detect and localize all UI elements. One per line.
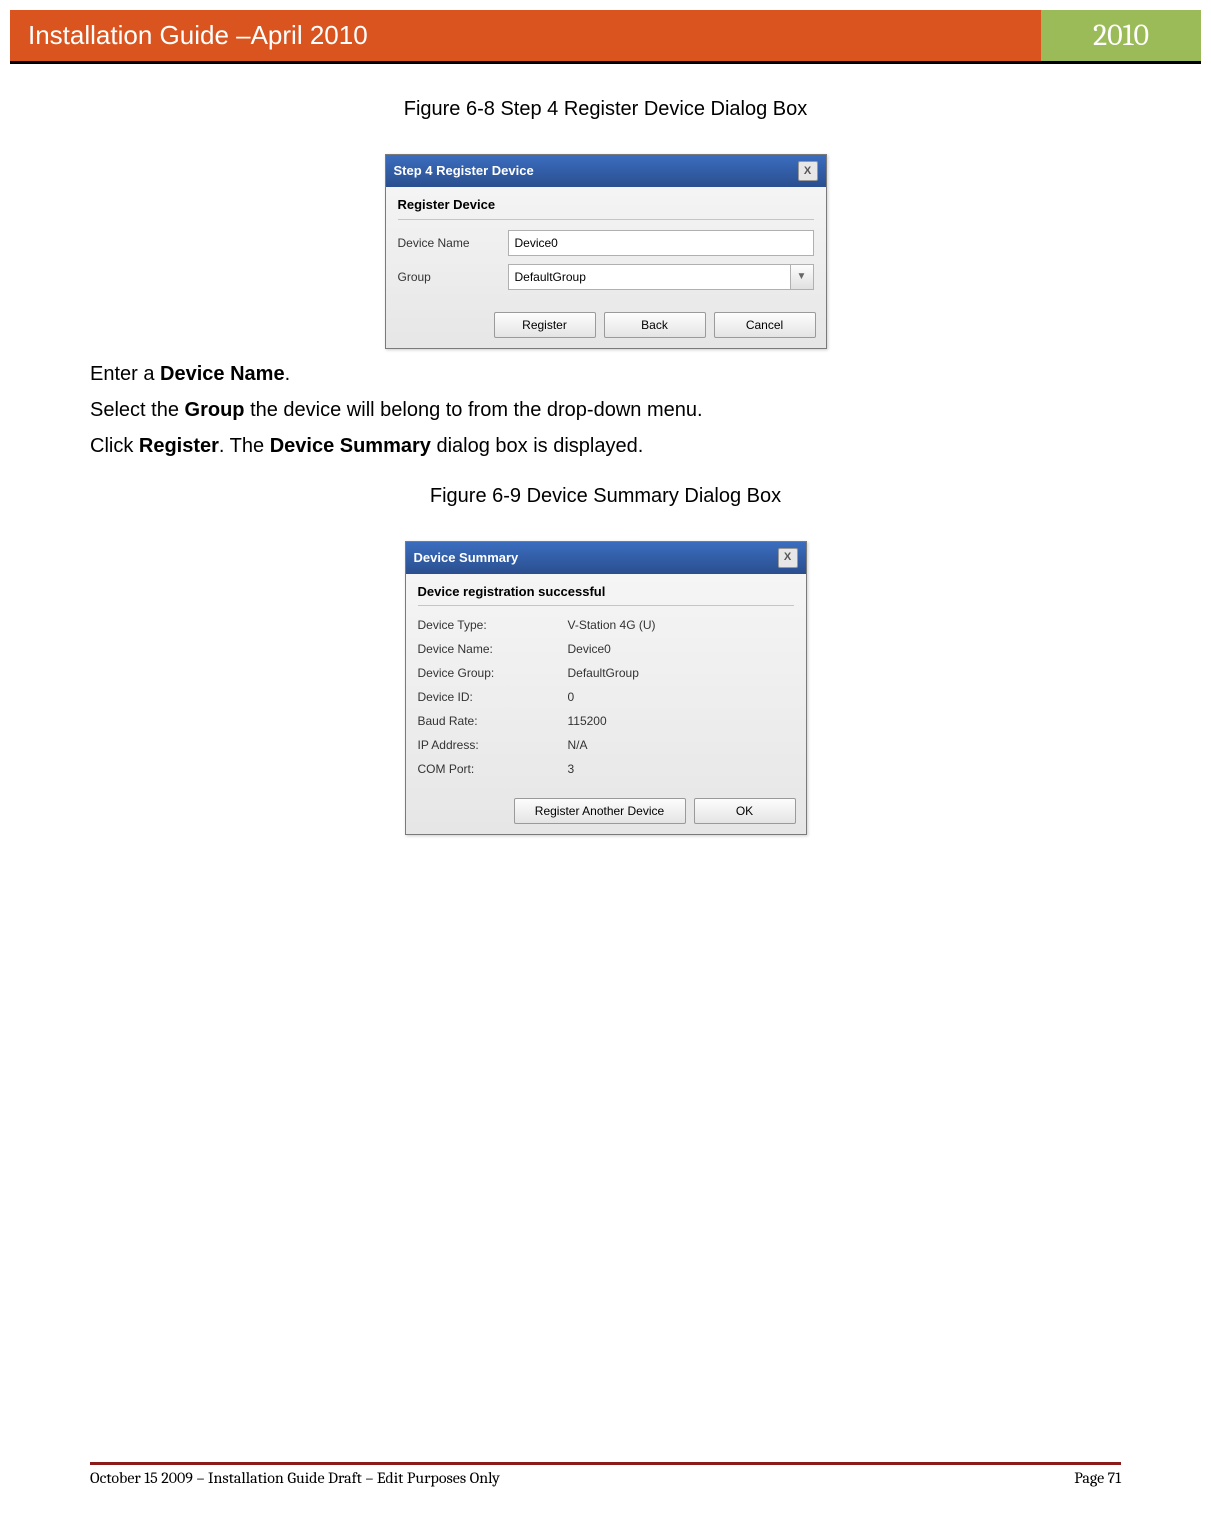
header-year: 2010 <box>1041 10 1201 61</box>
cancel-button[interactable]: Cancel <box>714 312 816 338</box>
instruction-2: Select the Group the device will belong … <box>90 395 1121 425</box>
summary-label: Baud Rate: <box>418 712 568 730</box>
summary-label: Device ID: <box>418 688 568 706</box>
chevron-down-icon: ▼ <box>790 265 813 289</box>
group-label: Group <box>398 268 508 286</box>
dialog-title-text: Device Summary <box>414 548 519 568</box>
summary-value: 115200 <box>568 712 607 730</box>
summary-label: Device Type: <box>418 616 568 634</box>
footer-left: October 15 2009 – Installation Guide Dra… <box>90 1469 500 1487</box>
instruction-3: Click Register. The Device Summary dialo… <box>90 431 1121 461</box>
summary-label: COM Port: <box>418 760 568 778</box>
close-icon[interactable]: X <box>778 548 798 568</box>
device-summary-dialog: Device Summary X Device registration suc… <box>405 541 807 836</box>
dialog-titlebar: Step 4 Register Device X <box>386 155 826 187</box>
group-select-value: DefaultGroup <box>509 268 790 286</box>
summary-label: Device Group: <box>418 664 568 682</box>
summary-value: N/A <box>568 736 588 754</box>
summary-label: Device Name: <box>418 640 568 658</box>
footer-right: Page 71 <box>1074 1469 1121 1487</box>
ok-button[interactable]: OK <box>694 798 796 824</box>
summary-row: COM Port:3 <box>418 760 794 778</box>
register-button[interactable]: Register <box>494 312 596 338</box>
section-heading: Device registration successful <box>418 582 794 607</box>
instruction-1: Enter a Device Name. <box>90 359 1121 389</box>
device-name-input[interactable] <box>508 230 814 256</box>
summary-row: Device Type:V-Station 4G (U) <box>418 616 794 634</box>
register-another-button[interactable]: Register Another Device <box>514 798 686 824</box>
summary-value: Device0 <box>568 640 611 658</box>
summary-row: Device ID:0 <box>418 688 794 706</box>
page-footer: October 15 2009 – Installation Guide Dra… <box>0 1454 1211 1517</box>
summary-value: V-Station 4G (U) <box>568 616 656 634</box>
summary-row: Baud Rate:115200 <box>418 712 794 730</box>
header-title: Installation Guide –April 2010 <box>10 10 1041 61</box>
summary-value: DefaultGroup <box>568 664 639 682</box>
close-icon[interactable]: X <box>798 161 818 181</box>
summary-value: 0 <box>568 688 575 706</box>
register-device-dialog: Step 4 Register Device X Register Device… <box>385 154 827 349</box>
page-header: Installation Guide –April 2010 2010 <box>10 10 1201 64</box>
figure-6-8-caption: Figure 6-8 Step 4 Register Device Dialog… <box>90 94 1121 124</box>
summary-row: Device Group:DefaultGroup <box>418 664 794 682</box>
summary-label: IP Address: <box>418 736 568 754</box>
figure-6-9-caption: Figure 6-9 Device Summary Dialog Box <box>90 481 1121 511</box>
dialog-title-text: Step 4 Register Device <box>394 161 534 181</box>
group-select[interactable]: DefaultGroup ▼ <box>508 264 814 290</box>
summary-row: IP Address:N/A <box>418 736 794 754</box>
device-name-label: Device Name <box>398 234 508 252</box>
summary-value: 3 <box>568 760 575 778</box>
dialog-titlebar: Device Summary X <box>406 542 806 574</box>
summary-row: Device Name:Device0 <box>418 640 794 658</box>
section-heading: Register Device <box>398 195 814 220</box>
back-button[interactable]: Back <box>604 312 706 338</box>
